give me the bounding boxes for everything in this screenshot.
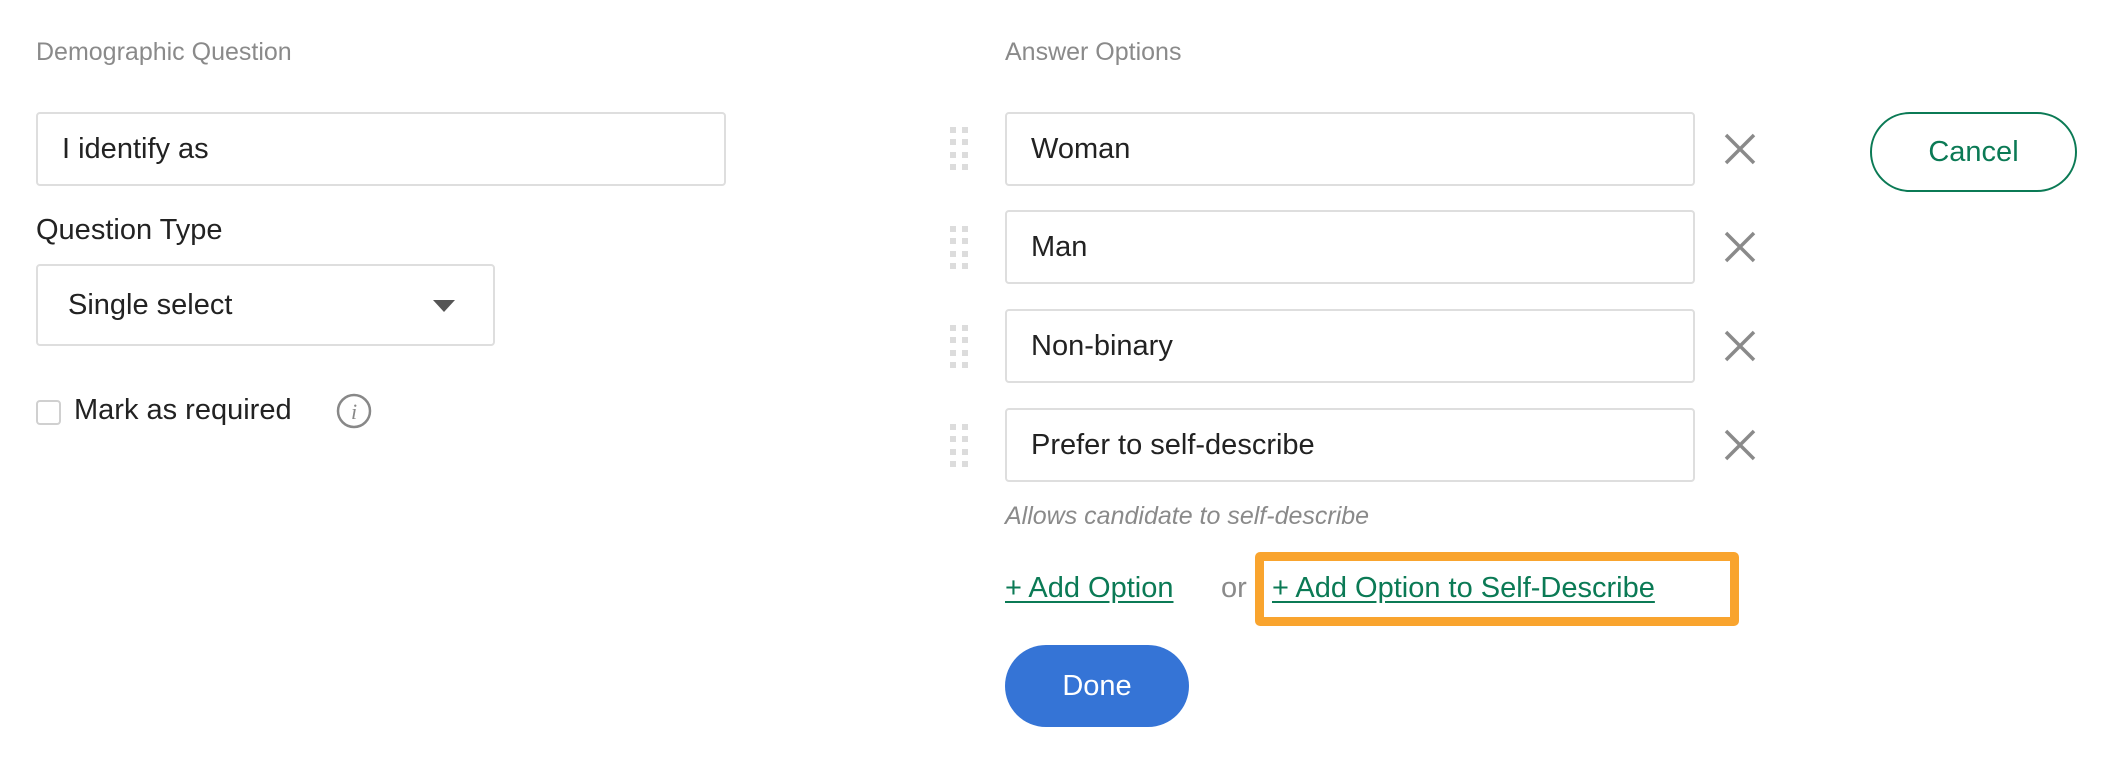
question-type-value: Single select xyxy=(68,288,233,321)
drag-handle-icon[interactable] xyxy=(950,424,968,468)
add-self-describe-option-link[interactable]: + Add Option to Self-Describe xyxy=(1272,572,1655,605)
or-text: or xyxy=(1221,572,1247,604)
remove-option-icon[interactable] xyxy=(1722,328,1758,364)
remove-option-icon[interactable] xyxy=(1722,229,1758,265)
drag-handle-icon[interactable] xyxy=(950,127,968,171)
remove-option-icon[interactable] xyxy=(1722,427,1758,463)
chevron-down-icon xyxy=(433,300,455,312)
answer-options-heading: Answer Options xyxy=(1005,38,1182,66)
answer-option-input[interactable]: Prefer to self-describe xyxy=(1005,408,1695,482)
answer-option-input[interactable]: Woman xyxy=(1005,112,1695,186)
question-type-select[interactable]: Single select xyxy=(36,264,495,346)
svg-text:i: i xyxy=(351,399,357,424)
question-type-label: Question Type xyxy=(36,214,223,246)
remove-option-icon[interactable] xyxy=(1722,131,1758,167)
required-label: Mark as required xyxy=(74,394,292,426)
drag-handle-icon[interactable] xyxy=(950,226,968,270)
drag-handle-icon[interactable] xyxy=(950,325,968,369)
required-checkbox[interactable] xyxy=(36,400,61,425)
info-icon[interactable]: i xyxy=(336,393,372,429)
answer-option-input[interactable]: Non-binary xyxy=(1005,309,1695,383)
demographic-question-heading: Demographic Question xyxy=(36,38,292,66)
answer-option-input[interactable]: Man xyxy=(1005,210,1695,284)
question-text-input[interactable]: I identify as xyxy=(36,112,726,186)
add-option-link[interactable]: + Add Option xyxy=(1005,572,1174,605)
self-describe-hint: Allows candidate to self-describe xyxy=(1005,502,1370,530)
done-button[interactable]: Done xyxy=(1005,645,1189,727)
cancel-button[interactable]: Cancel xyxy=(1870,112,2077,192)
